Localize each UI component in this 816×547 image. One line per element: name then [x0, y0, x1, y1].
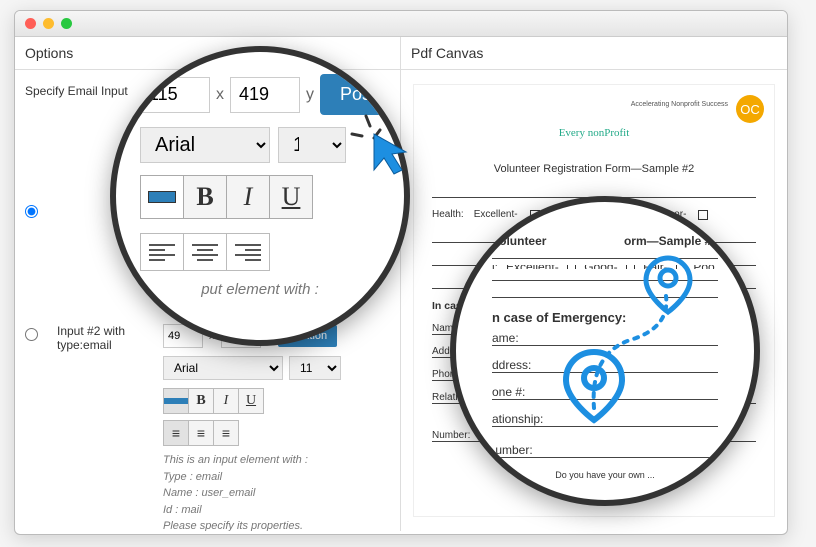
y-input[interactable] — [230, 77, 300, 113]
size-select-2[interactable]: 11 — [289, 356, 341, 380]
align-left-button[interactable] — [140, 233, 184, 271]
radio-input-1[interactable] — [25, 205, 38, 218]
y-label: y — [300, 86, 320, 104]
color-button[interactable] — [140, 175, 184, 219]
header-tabs: Options Pdf Canvas — [15, 37, 787, 70]
size-select[interactable]: 16 — [278, 127, 346, 163]
color-button-2[interactable] — [163, 388, 189, 414]
maximize-icon[interactable] — [61, 18, 72, 29]
address-line: ddress: — [492, 358, 718, 373]
phone-line: one #: — [492, 385, 718, 400]
align-right-button[interactable] — [226, 233, 270, 271]
magnifier-pdf: Volunteer orm—Sample #2 i: Excellent- Go… — [450, 196, 760, 506]
align-right-button-2[interactable]: ≡ — [213, 420, 239, 446]
font-select-2[interactable]: Arial — [163, 356, 283, 380]
truncated-desc: put element with : — [140, 281, 380, 298]
font-select[interactable]: Arial — [140, 127, 270, 163]
rating-row-zoom: i: Excellent- Good- Fair- Poo. — [492, 265, 718, 269]
italic-button-2[interactable]: I — [213, 388, 239, 414]
tab-canvas[interactable]: Pdf Canvas — [401, 37, 493, 69]
relationship-line: ationship: — [492, 412, 718, 427]
minimize-icon[interactable] — [43, 18, 54, 29]
align-center-button[interactable] — [183, 233, 227, 271]
underline-button[interactable]: U — [269, 175, 313, 219]
pdf-title: Volunteer Registration Form—Sample #2 — [432, 163, 756, 175]
form-title-right: orm—Sample #2 — [624, 234, 718, 248]
own-line: Do you have your own ... — [492, 470, 718, 480]
underline-button-2[interactable]: U — [238, 388, 264, 414]
number-line: .umber: — [492, 443, 718, 458]
align-left-button-2[interactable]: ≡ — [163, 420, 189, 446]
italic-button[interactable]: I — [226, 175, 270, 219]
brand-badge-icon: OC — [736, 95, 764, 123]
emergency-section-zoom: n case of Emergency: — [492, 310, 718, 325]
radio-input-2[interactable] — [25, 328, 38, 341]
align-center-button-2[interactable]: ≡ — [188, 420, 214, 446]
bold-button[interactable]: B — [183, 175, 227, 219]
brand-tagline: Accelerating Nonprofit Success — [631, 101, 728, 108]
logo-text: Every nonProfit — [432, 127, 756, 139]
input2-desc: This is an input element with : Type : e… — [163, 452, 341, 531]
magnifier-options: x y Position Arial 16 B I U put element … — [110, 46, 410, 346]
close-icon[interactable] — [25, 18, 36, 29]
input2-label: Input #2 with type:email — [57, 324, 157, 352]
title-bar — [15, 11, 787, 37]
form-title-left: Volunteer — [492, 234, 546, 248]
x-label: x — [210, 86, 230, 104]
bold-button-2[interactable]: B — [188, 388, 214, 414]
name-line: ame: — [492, 331, 718, 346]
